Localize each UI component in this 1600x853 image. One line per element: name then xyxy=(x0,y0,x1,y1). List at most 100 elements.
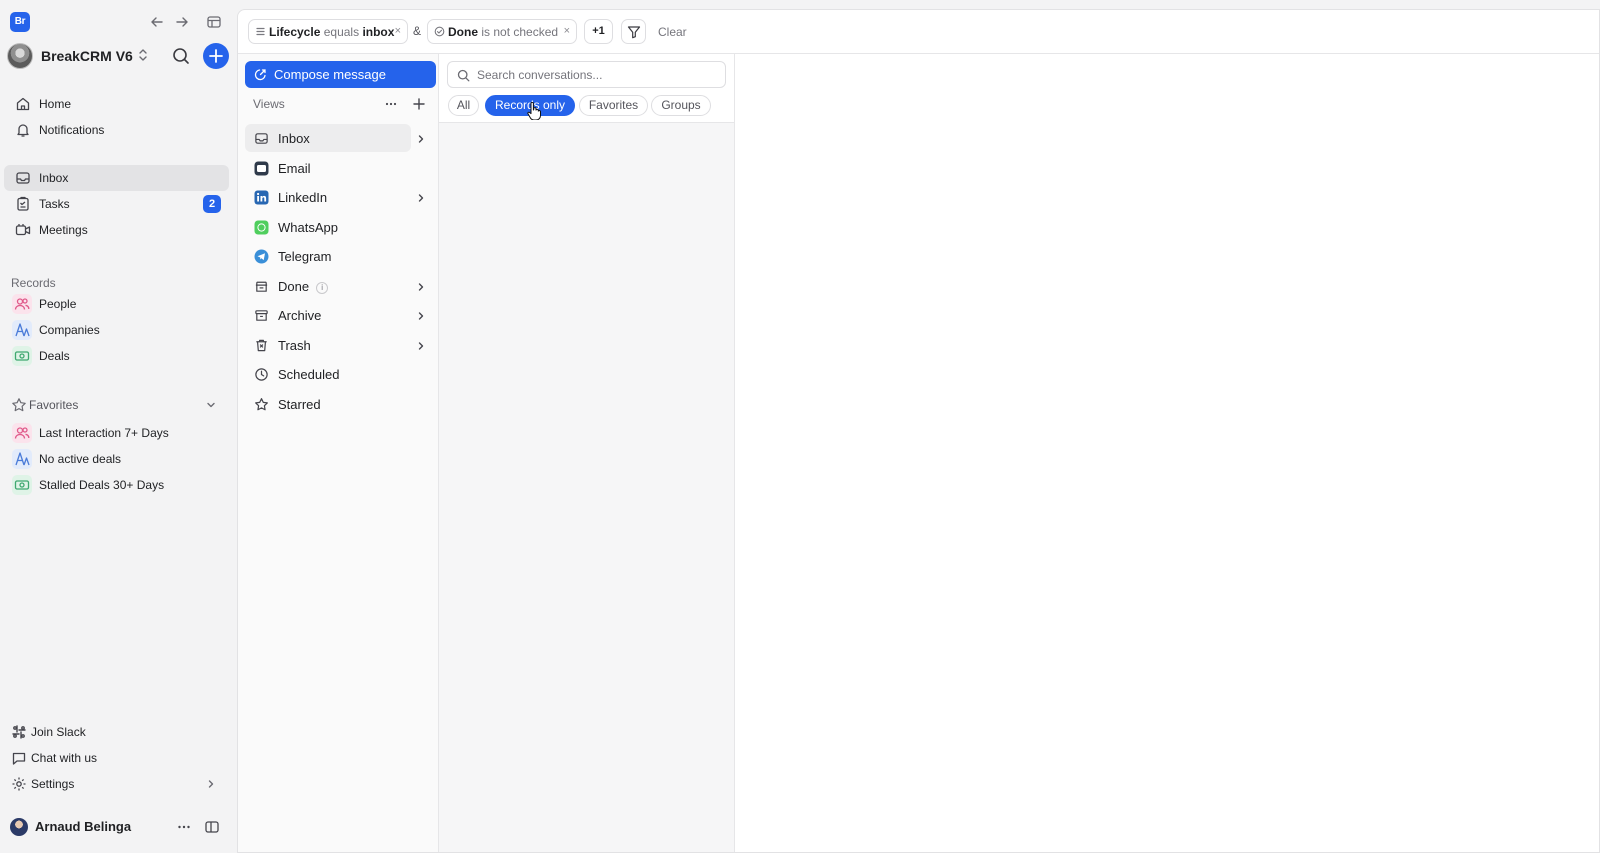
more-filters-button[interactable]: +1 xyxy=(584,19,613,44)
view-item-archive[interactable]: Archive xyxy=(245,301,411,329)
chevron-right-icon[interactable] xyxy=(415,133,427,145)
compose-label: Compose message xyxy=(274,67,386,82)
view-item-telegram[interactable]: Telegram xyxy=(245,242,411,270)
records-section-label: Records xyxy=(11,276,56,290)
clear-filters-button[interactable]: Clear xyxy=(658,25,687,39)
star-icon xyxy=(11,397,27,413)
view-item-email[interactable]: Email xyxy=(245,154,411,182)
companies-icon xyxy=(12,449,32,469)
remove-filter-icon[interactable]: × xyxy=(395,25,401,37)
chevron-down-icon[interactable] xyxy=(205,399,217,411)
view-item-done[interactable]: Done i xyxy=(245,272,411,300)
nav-item-notifications[interactable]: Notifications xyxy=(4,117,229,143)
chat-with-us-link[interactable]: Chat with us xyxy=(4,745,229,771)
chat-icon xyxy=(11,750,27,766)
email-icon xyxy=(254,161,269,176)
filter-field: Done xyxy=(448,25,478,39)
back-arrow-icon[interactable] xyxy=(149,14,165,30)
join-slack-link[interactable]: Join Slack xyxy=(4,719,229,745)
search-box[interactable] xyxy=(447,61,726,88)
compose-message-button[interactable]: Compose message xyxy=(245,61,436,88)
nav-label: Tasks xyxy=(39,197,70,211)
workspace-switcher[interactable]: BreakCRM V6 xyxy=(7,42,229,70)
chevron-right-icon[interactable] xyxy=(415,340,427,352)
filter-conjunction: & xyxy=(413,24,422,38)
deals-icon xyxy=(12,475,32,495)
info-icon[interactable]: i xyxy=(316,282,329,294)
view-item-linkedin[interactable]: LinkedIn xyxy=(245,183,411,211)
sidebar-item-companies[interactable]: Companies xyxy=(4,317,229,343)
filter-bar: Lifecycle equals inbox × & Done is not c… xyxy=(238,10,1599,54)
sidebar-item-label: Deals xyxy=(39,349,70,363)
tab-favorites[interactable]: Favorites xyxy=(579,95,648,116)
tab-groups[interactable]: Groups xyxy=(651,95,711,116)
filter-chip-done[interactable]: Done is not checked × xyxy=(427,19,577,44)
chevron-right-icon xyxy=(205,778,217,790)
hand-cursor-icon xyxy=(527,102,541,120)
view-label: Scheduled xyxy=(278,367,340,382)
create-new-button[interactable] xyxy=(203,43,229,69)
favorite-item[interactable]: Stalled Deals 30+ Days xyxy=(4,472,229,498)
trash-icon xyxy=(254,338,269,353)
view-label: Done i xyxy=(278,279,329,294)
nav-item-meetings[interactable]: Meetings xyxy=(4,217,229,243)
bell-icon xyxy=(15,122,31,138)
nav-item-tasks[interactable]: Tasks 2 xyxy=(4,191,229,217)
remove-filter-icon[interactable]: × xyxy=(564,25,570,37)
star-icon xyxy=(254,397,269,412)
gear-icon xyxy=(11,776,27,792)
favorites-label: Favorites xyxy=(29,398,79,412)
more-icon[interactable] xyxy=(176,819,192,835)
user-menu[interactable]: Arnaud Belinga xyxy=(4,814,229,840)
view-item-whatsapp[interactable]: WhatsApp xyxy=(245,213,411,241)
view-item-trash[interactable]: Trash xyxy=(245,331,411,359)
inbox-icon xyxy=(15,170,31,186)
filter-chip-text: Lifecycle equals inbox xyxy=(269,25,394,39)
conversations-panel: All Records only Favorites Groups xyxy=(439,54,735,852)
chevron-right-icon[interactable] xyxy=(415,192,427,204)
view-item-starred[interactable]: Starred xyxy=(245,390,411,418)
view-label: Archive xyxy=(278,308,322,323)
filter-operator: equals xyxy=(323,25,360,39)
linkedin-icon xyxy=(254,190,269,205)
view-item-inbox[interactable]: Inbox xyxy=(245,124,411,152)
nav-item-inbox[interactable]: Inbox xyxy=(4,165,229,191)
sidebar-item-deals[interactable]: Deals xyxy=(4,343,229,369)
filter-chip-lifecycle[interactable]: Lifecycle equals inbox × xyxy=(248,19,408,44)
forward-arrow-icon[interactable] xyxy=(174,14,190,30)
join-slack-label: Join Slack xyxy=(31,725,86,739)
sidebar-item-people[interactable]: People xyxy=(4,291,229,317)
user-name: Arnaud Belinga xyxy=(35,819,132,834)
sidebar: Br BreakCRM V6 Home Notifications Inbox … xyxy=(0,0,236,853)
more-icon[interactable] xyxy=(384,97,398,111)
search-conversations-input[interactable] xyxy=(477,66,717,84)
favorite-item[interactable]: Last Interaction 7+ Days xyxy=(4,420,229,446)
tasks-icon xyxy=(15,196,31,212)
view-label: Email xyxy=(278,161,311,176)
settings-link[interactable]: Settings xyxy=(4,771,229,797)
favorite-item[interactable]: No active deals xyxy=(4,446,229,472)
filter-icon[interactable] xyxy=(621,19,646,44)
layout-icon[interactable] xyxy=(206,14,222,30)
people-icon xyxy=(12,294,32,314)
add-view-icon[interactable] xyxy=(412,97,426,111)
chevron-right-icon[interactable] xyxy=(415,310,427,322)
filter-field: Lifecycle xyxy=(269,25,321,39)
nav-item-home[interactable]: Home xyxy=(4,91,229,117)
conversations-header: All Records only Favorites Groups xyxy=(439,54,734,123)
search-icon[interactable] xyxy=(171,46,191,66)
favorites-header[interactable]: Favorites xyxy=(4,392,229,418)
panel-toggle-icon[interactable] xyxy=(204,819,220,835)
list-icon xyxy=(255,26,266,37)
view-item-scheduled[interactable]: Scheduled xyxy=(245,360,411,388)
nav-label: Home xyxy=(39,97,72,111)
main-panel: Lifecycle equals inbox × & Done is not c… xyxy=(237,9,1600,853)
done-icon xyxy=(254,279,269,294)
workspace-name: BreakCRM V6 xyxy=(41,48,133,64)
chevron-right-icon[interactable] xyxy=(415,281,427,293)
filter-chip-text: Done is not checked xyxy=(448,25,558,39)
tab-all[interactable]: All xyxy=(448,95,479,116)
favorite-label: Stalled Deals 30+ Days xyxy=(39,478,165,492)
tasks-count-badge: 2 xyxy=(203,195,221,213)
chat-with-us-label: Chat with us xyxy=(31,751,98,765)
